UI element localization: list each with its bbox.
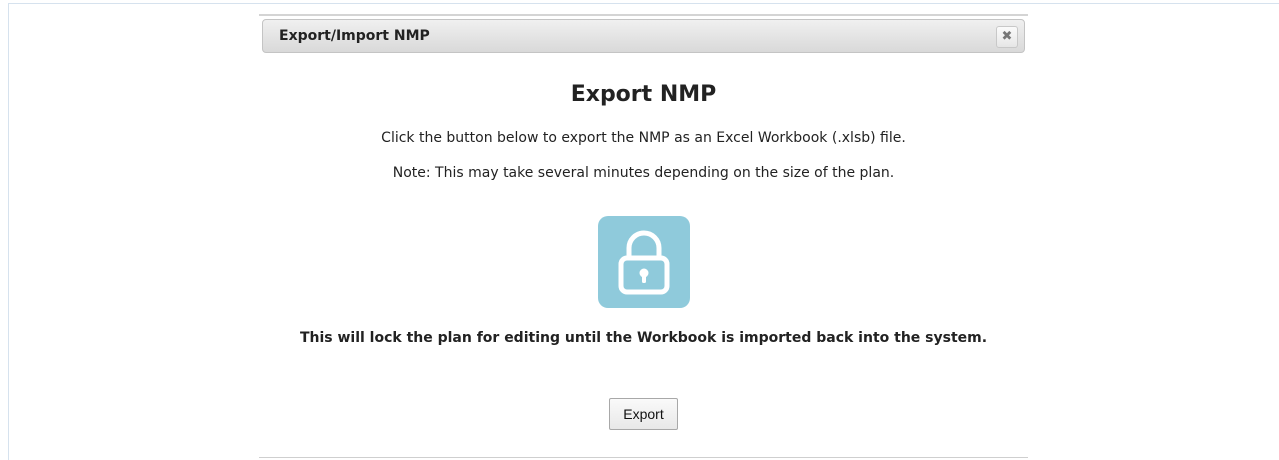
export-import-dialog: Export/Import NMP ✖ Export NMP Click the… bbox=[259, 14, 1028, 460]
export-instruction: Click the button below to export the NMP… bbox=[381, 130, 906, 146]
close-button[interactable]: ✖ bbox=[996, 26, 1018, 48]
dialog-bottom-rule bbox=[259, 457, 1028, 458]
page-border-top bbox=[8, 3, 1279, 4]
lock-icon bbox=[598, 216, 690, 308]
dialog-titlebar[interactable]: Export/Import NMP ✖ bbox=[262, 19, 1025, 53]
dialog-title: Export/Import NMP bbox=[279, 28, 430, 44]
close-icon: ✖ bbox=[1001, 29, 1013, 44]
page-border-left bbox=[8, 3, 9, 460]
export-note: Note: This may take several minutes depe… bbox=[392, 165, 895, 181]
lock-warning: This will lock the plan for editing unti… bbox=[299, 330, 988, 346]
export-button[interactable]: Export bbox=[609, 398, 678, 430]
export-heading: Export NMP bbox=[570, 82, 717, 107]
page: Export/Import NMP ✖ Export NMP Click the… bbox=[0, 0, 1279, 460]
dialog-top-rule bbox=[259, 14, 1028, 16]
lock-icon-graphic bbox=[618, 230, 670, 295]
